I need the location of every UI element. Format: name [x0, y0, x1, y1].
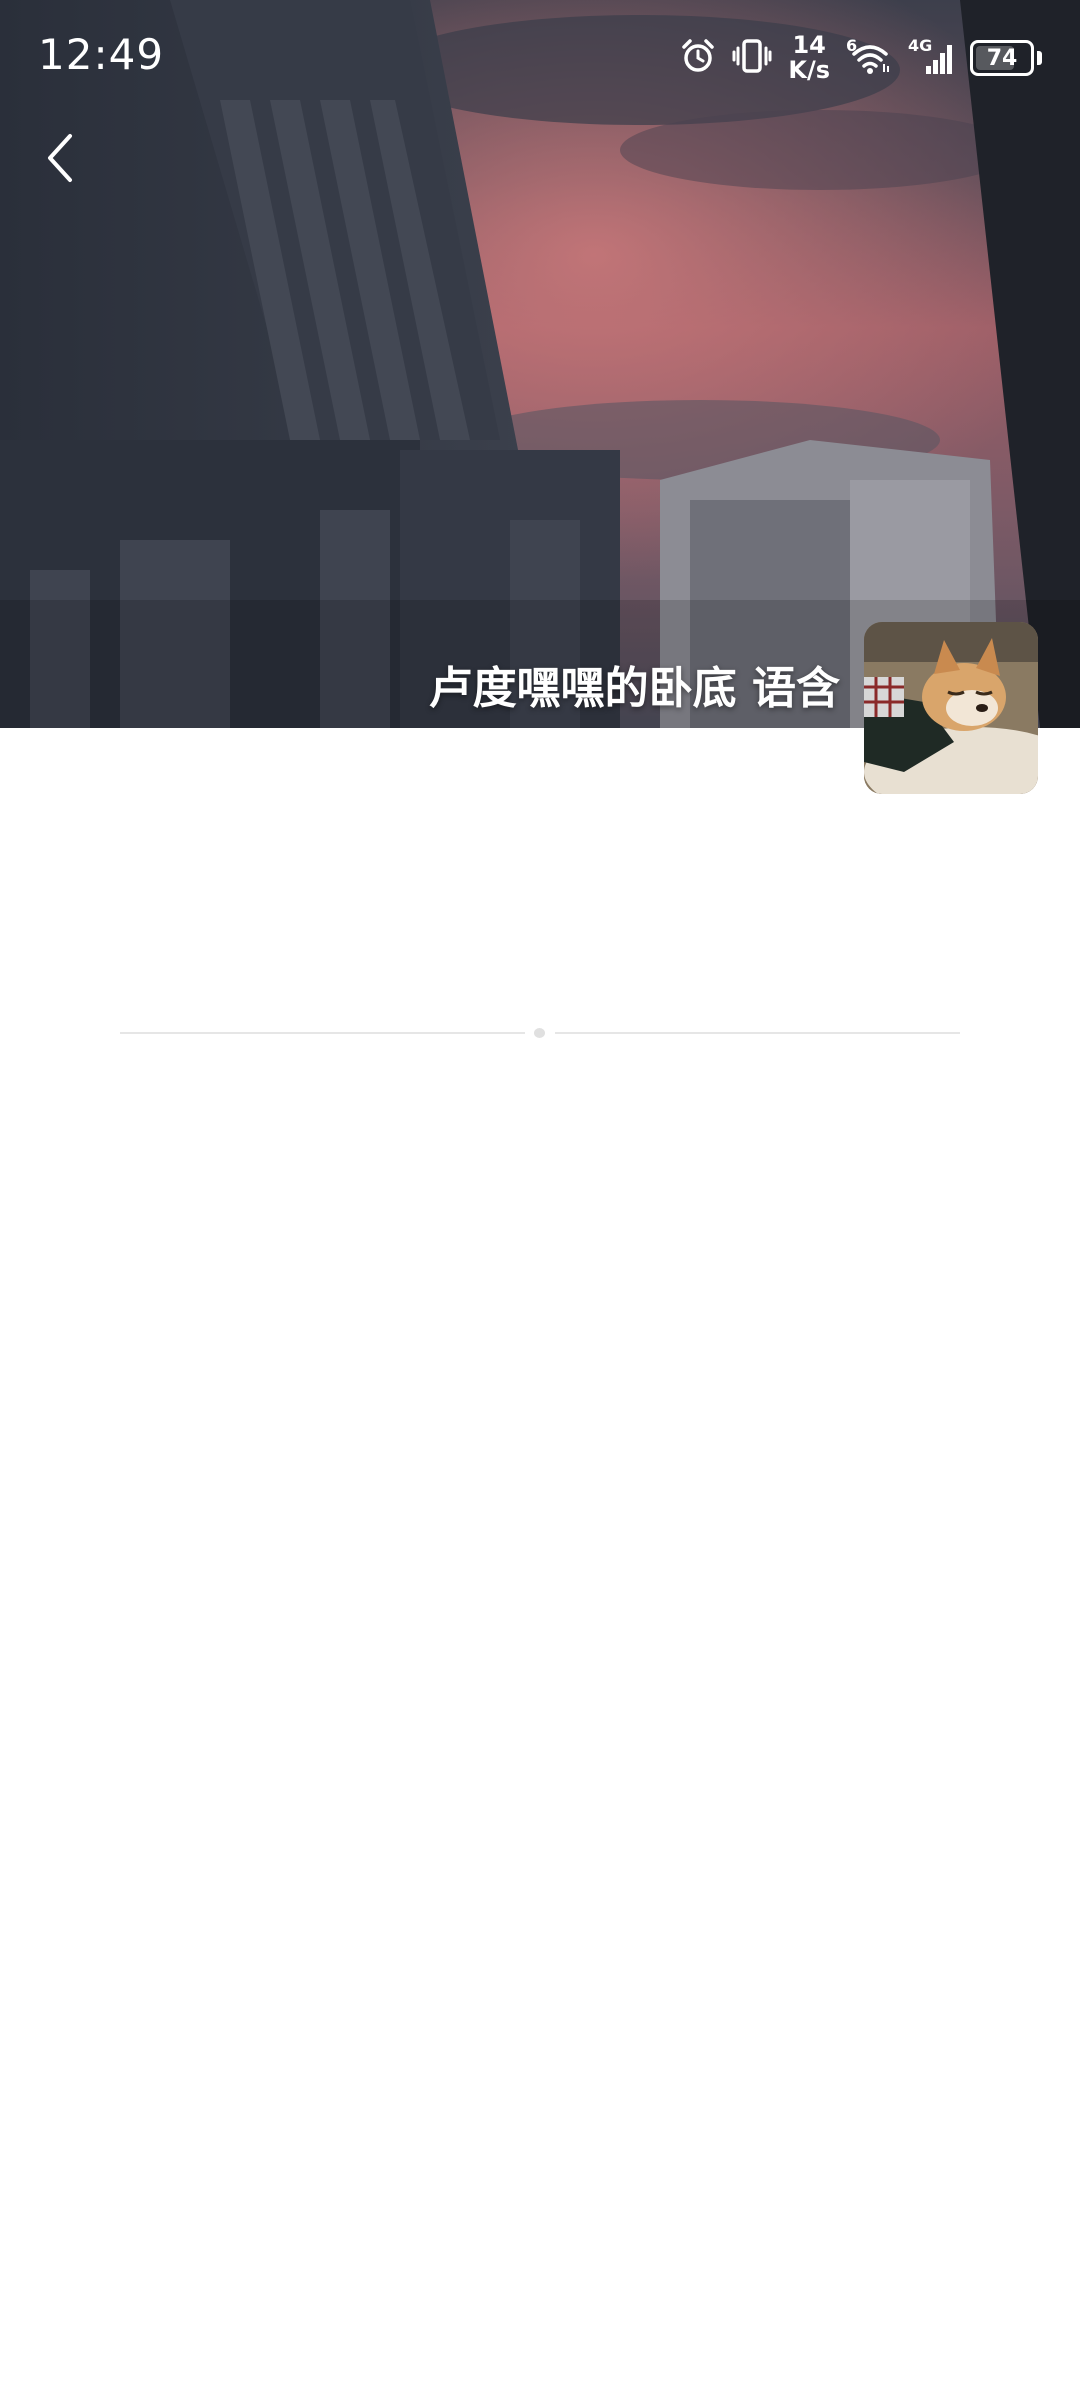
status-icons: 14 K/s 6 4G 74	[680, 32, 1042, 84]
network-speed-value: 14	[792, 31, 826, 59]
avatar[interactable]	[864, 622, 1038, 794]
section-divider	[120, 1026, 960, 1040]
divider-dot	[534, 1028, 545, 1038]
divider-line-right	[555, 1032, 960, 1034]
back-button[interactable]	[24, 124, 96, 196]
battery-level: 74	[986, 45, 1018, 71]
vibrate-icon	[732, 38, 772, 78]
cell-signal-icon: 4G	[908, 36, 954, 76]
wifi-icon: 6	[846, 36, 892, 76]
status-time: 12:49	[38, 30, 165, 79]
profile-page: 12:49 14 K/s 6 4G 74 卢度嘿嘿的卧底 语含	[0, 0, 1080, 2400]
battery-icon: 74	[970, 40, 1042, 76]
profile-name: 卢度嘿嘿的卧底 语含	[428, 663, 840, 714]
alarm-icon	[680, 38, 716, 78]
battery-cap	[1037, 51, 1042, 65]
network-speed-unit: K/s	[788, 56, 830, 84]
divider-line-left	[120, 1032, 525, 1034]
network-speed: 14 K/s	[788, 33, 830, 83]
chevron-left-icon	[42, 130, 78, 190]
battery-body: 74	[970, 40, 1034, 76]
status-bar: 12:49 14 K/s 6 4G 74	[0, 0, 1080, 120]
